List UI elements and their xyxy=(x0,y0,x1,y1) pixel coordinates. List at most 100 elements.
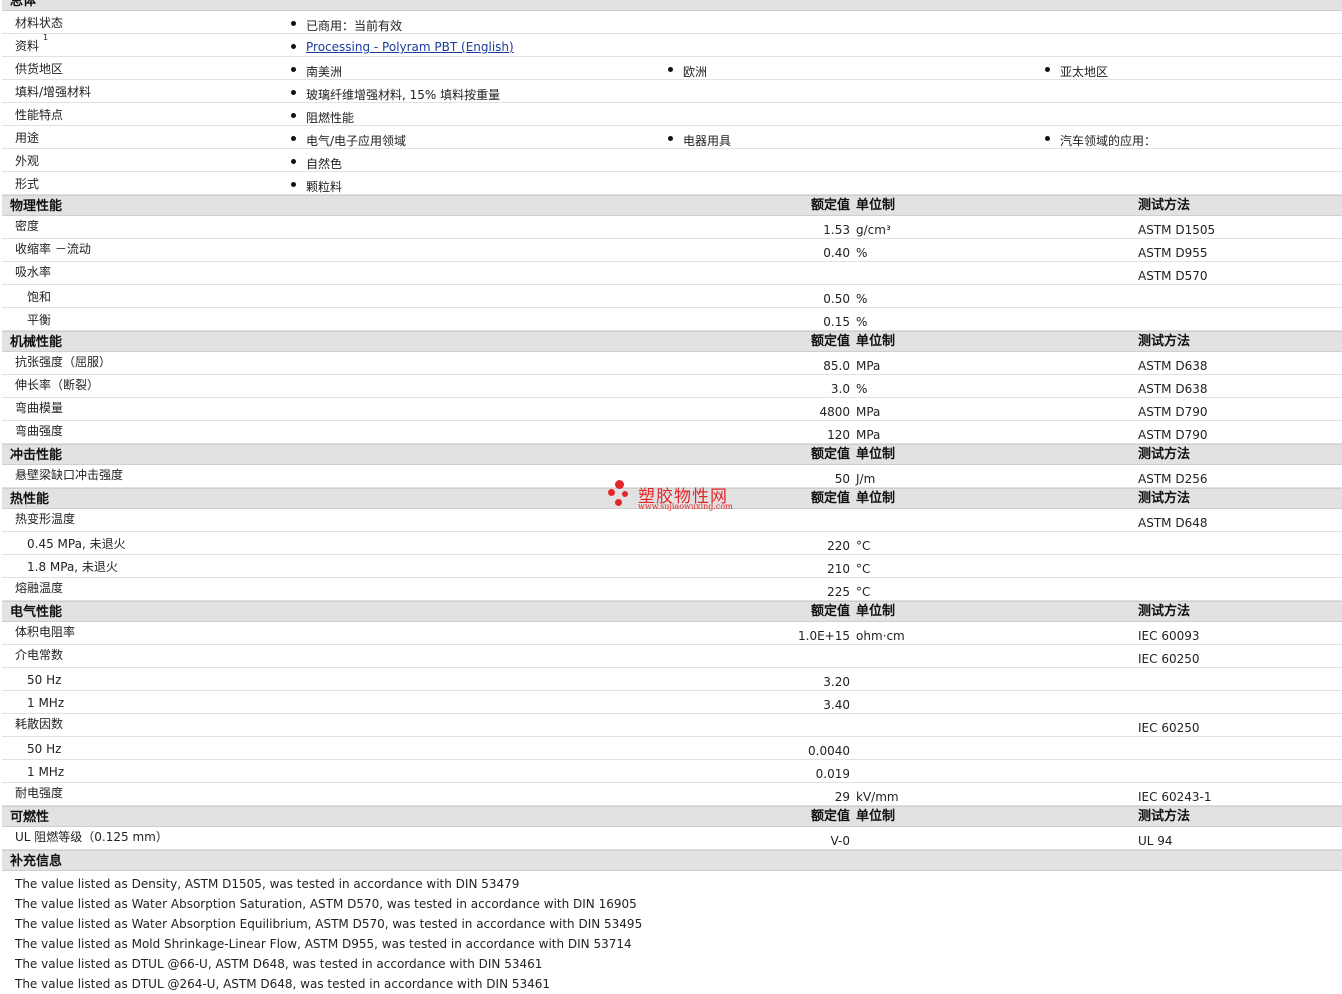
header-unit: 单位制 xyxy=(856,334,896,349)
property-row: 密度 1.53 g/cm³ ASTM D1505 xyxy=(2,216,1342,239)
property-value: 120 xyxy=(827,428,850,442)
general-row: 材料状态 已商用：当前有效 xyxy=(2,11,1342,34)
section-title: 总体 xyxy=(10,0,37,9)
property-row: 0.45 MPa, 未退火 220 °C xyxy=(2,532,1342,555)
general-label: 性能特点 xyxy=(15,108,64,122)
note-line: The value listed as Water Absorption Equ… xyxy=(15,917,643,931)
property-unit: °C xyxy=(856,585,871,599)
section-title: 物理性能 xyxy=(10,199,63,214)
property-value: 225 xyxy=(827,585,850,599)
note-line: The value listed as Water Absorption Sat… xyxy=(15,897,637,911)
section-title: 可燃性 xyxy=(10,810,50,825)
header-method: 测试方法 xyxy=(1138,809,1191,824)
property-value: V-0 xyxy=(830,834,850,848)
general-row: 用途 电气/电子应用领域 电器用具 汽车领域的应用： xyxy=(2,126,1342,149)
section-header-supplementary: 补充信息 xyxy=(2,850,1342,871)
test-method: ASTM D638 xyxy=(1138,359,1208,373)
property-row: 耐电强度 29 kV/mm IEC 60243-1 xyxy=(2,783,1342,806)
test-method: ASTM D790 xyxy=(1138,405,1208,419)
property-value: 0.50 xyxy=(823,292,850,306)
property-unit: % xyxy=(856,246,868,260)
property-name: 50 Hz xyxy=(27,673,62,687)
property-unit: °C xyxy=(856,539,871,553)
property-name: 熔融温度 xyxy=(15,581,64,595)
property-value: 3.40 xyxy=(823,698,850,712)
note-line: The value listed as Mold Shrinkage-Linea… xyxy=(15,937,632,951)
watermark-url: www.sujiaowuxing.com xyxy=(638,502,733,511)
bullet-icon xyxy=(291,21,296,26)
header-value: 额定值 xyxy=(810,198,850,213)
section-title: 冲击性能 xyxy=(10,448,63,463)
property-value: 0.019 xyxy=(815,767,850,781)
section-header: 冲击性能 额定值 单位制 测试方法 xyxy=(2,444,1342,465)
property-row: 伸长率（断裂） 3.0% ASTM D638 xyxy=(2,375,1342,398)
property-unit: g/cm³ xyxy=(856,223,891,237)
property-name: 耗散因数 xyxy=(15,717,64,731)
property-name: 弯曲模量 xyxy=(15,401,64,415)
property-row: 1 MHz 0.019 xyxy=(2,760,1342,783)
property-name: 50 Hz xyxy=(27,742,62,756)
property-unit: ohm·cm xyxy=(856,629,905,643)
header-unit: 单位制 xyxy=(856,809,896,824)
bullet-icon xyxy=(291,67,296,72)
property-value: 1.53 xyxy=(823,223,850,237)
property-unit: % xyxy=(856,292,868,306)
general-row: 性能特点 阻燃性能 xyxy=(2,103,1342,126)
bullet-icon xyxy=(1045,136,1050,141)
general-value: 汽车领域的应用： xyxy=(1060,134,1157,148)
property-name: 平衡 xyxy=(27,313,52,327)
header-unit: 单位制 xyxy=(856,604,896,619)
property-row: 介电常数 IEC 60250 xyxy=(2,645,1342,668)
property-name: 饱和 xyxy=(27,290,52,304)
property-value: 29 xyxy=(834,790,850,804)
property-row: 50 Hz 3.20 xyxy=(2,668,1342,691)
property-unit: J/m xyxy=(856,472,876,486)
property-unit: °C xyxy=(856,562,871,576)
section-title: 机械性能 xyxy=(10,335,63,350)
section-title: 热性能 xyxy=(10,492,50,507)
footnote-marker: 1 xyxy=(43,33,49,42)
property-value: 0.0040 xyxy=(808,744,850,758)
note-line: The value listed as Density, ASTM D1505,… xyxy=(15,877,520,891)
property-value: 85.0 xyxy=(823,359,850,373)
header-value: 额定值 xyxy=(810,604,850,619)
section-title: 电气性能 xyxy=(10,605,63,620)
general-label: 材料状态 xyxy=(15,16,64,30)
bullet-icon xyxy=(668,67,673,72)
header-unit: 单位制 xyxy=(856,198,896,213)
property-name: UL 阻燃等级（0.125 mm） xyxy=(15,830,168,844)
property-value: 1.0E+15 xyxy=(798,629,850,643)
general-value: 亚太地区 xyxy=(1060,65,1109,79)
property-row: 弯曲强度 120 MPa ASTM D790 xyxy=(2,421,1342,444)
general-value: 电器用具 xyxy=(683,134,732,148)
processing-doc-link[interactable]: Processing - Polyram PBT (English) xyxy=(306,40,514,54)
property-row: 熔融温度 225 °C xyxy=(2,578,1342,601)
property-value: 3.0 xyxy=(830,382,850,396)
section-header: 物理性能 额定值 单位制 测试方法 xyxy=(2,195,1342,216)
general-value: 颗粒料 xyxy=(306,180,343,194)
note-line: The value listed as DTUL @264-U, ASTM D6… xyxy=(15,977,551,991)
property-row: 平衡 0.15% xyxy=(2,308,1342,331)
property-name: 伸长率（断裂） xyxy=(15,378,100,392)
property-unit: % xyxy=(856,382,868,396)
general-row: 供货地区 南美洲 欧洲 亚太地区 xyxy=(2,57,1342,80)
test-method: ASTM D790 xyxy=(1138,428,1208,442)
property-name: 1.8 MPa, 未退火 xyxy=(27,560,118,574)
general-label: 供货地区 xyxy=(15,62,64,76)
property-name: 介电常数 xyxy=(15,648,64,662)
note-line: The value listed as DTUL @66-U, ASTM D64… xyxy=(15,957,543,971)
property-unit: % xyxy=(856,315,868,329)
property-name: 弯曲强度 xyxy=(15,424,64,438)
header-value: 额定值 xyxy=(810,491,850,506)
header-method: 测试方法 xyxy=(1138,447,1191,462)
general-row: 资料 1 Processing - Polyram PBT (English) xyxy=(2,34,1342,57)
property-row: 1 MHz 3.40 xyxy=(2,691,1342,714)
datasheet: 总体 材料状态 已商用：当前有效 资料 1 Processing - Polyram PB… xyxy=(0,0,1342,994)
property-value: 3.20 xyxy=(823,675,850,689)
watermark-logo: 塑胶物性网 www.sujiaowuxing.com xyxy=(606,478,746,514)
section-header: 可燃性 额定值 单位制 测试方法 xyxy=(2,806,1342,827)
property-name: 1 MHz xyxy=(27,765,65,779)
general-row: 填料/增强材料 玻璃纤维增强材料, 15% 填料按重量 xyxy=(2,80,1342,103)
property-name: 热变形温度 xyxy=(15,512,76,526)
general-label: 用途 xyxy=(15,131,40,145)
